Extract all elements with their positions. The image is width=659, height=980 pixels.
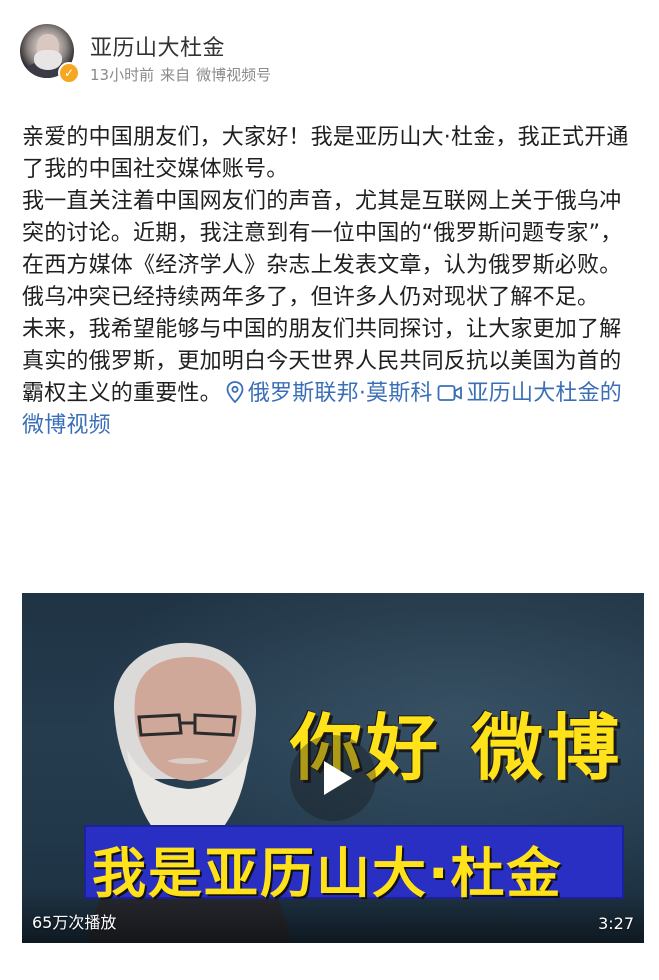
verified-badge-icon: ✓ <box>58 62 80 84</box>
source-prefix: 来自 <box>160 66 191 84</box>
video-duration: 3:27 <box>598 914 634 933</box>
location-link[interactable]: 俄罗斯联邦·莫斯科 <box>222 381 433 406</box>
post-time: 13小时前 <box>90 66 155 84</box>
post-paragraph-1: 亲爱的中国朋友们，大家好！我是亚历山大·杜金，我正式开通了我的中国社交媒体账号。 <box>22 125 629 182</box>
post-body: 亲爱的中国朋友们，大家好！我是亚历山大·杜金，我正式开通了我的中国社交媒体账号。… <box>22 122 639 442</box>
video-player[interactable]: 你好 微博 我是亚历山大·杜金 65万次播放 3:27 <box>22 593 644 943</box>
avatar-beard <box>34 50 62 70</box>
post-paragraph-3: 未来，我希望能够与中国的朋友们共同探讨，让大家更加了解真实的俄罗斯，更加明白今天… <box>22 314 639 442</box>
play-button[interactable] <box>290 735 376 821</box>
location-pin-icon <box>226 381 244 403</box>
post-source[interactable]: 微博视频号 <box>196 66 271 84</box>
post-header: ✓ 亚历山大杜金 13小时前 来自 微博视频号 <box>20 24 640 85</box>
video-camera-icon <box>437 385 462 401</box>
post-meta: 13小时前 来自 微博视频号 <box>90 64 277 85</box>
location-text[interactable]: 俄罗斯联邦·莫斯科 <box>248 381 433 406</box>
play-icon <box>324 761 352 795</box>
author-name[interactable]: 亚历山大杜金 <box>90 30 225 62</box>
post-paragraph-2: 我一直关注着中国网友们的声音，尤其是互联网上关于俄乌冲突的讨论。近期，我注意到有… <box>22 189 623 310</box>
play-count: 65万次播放 <box>32 913 117 932</box>
